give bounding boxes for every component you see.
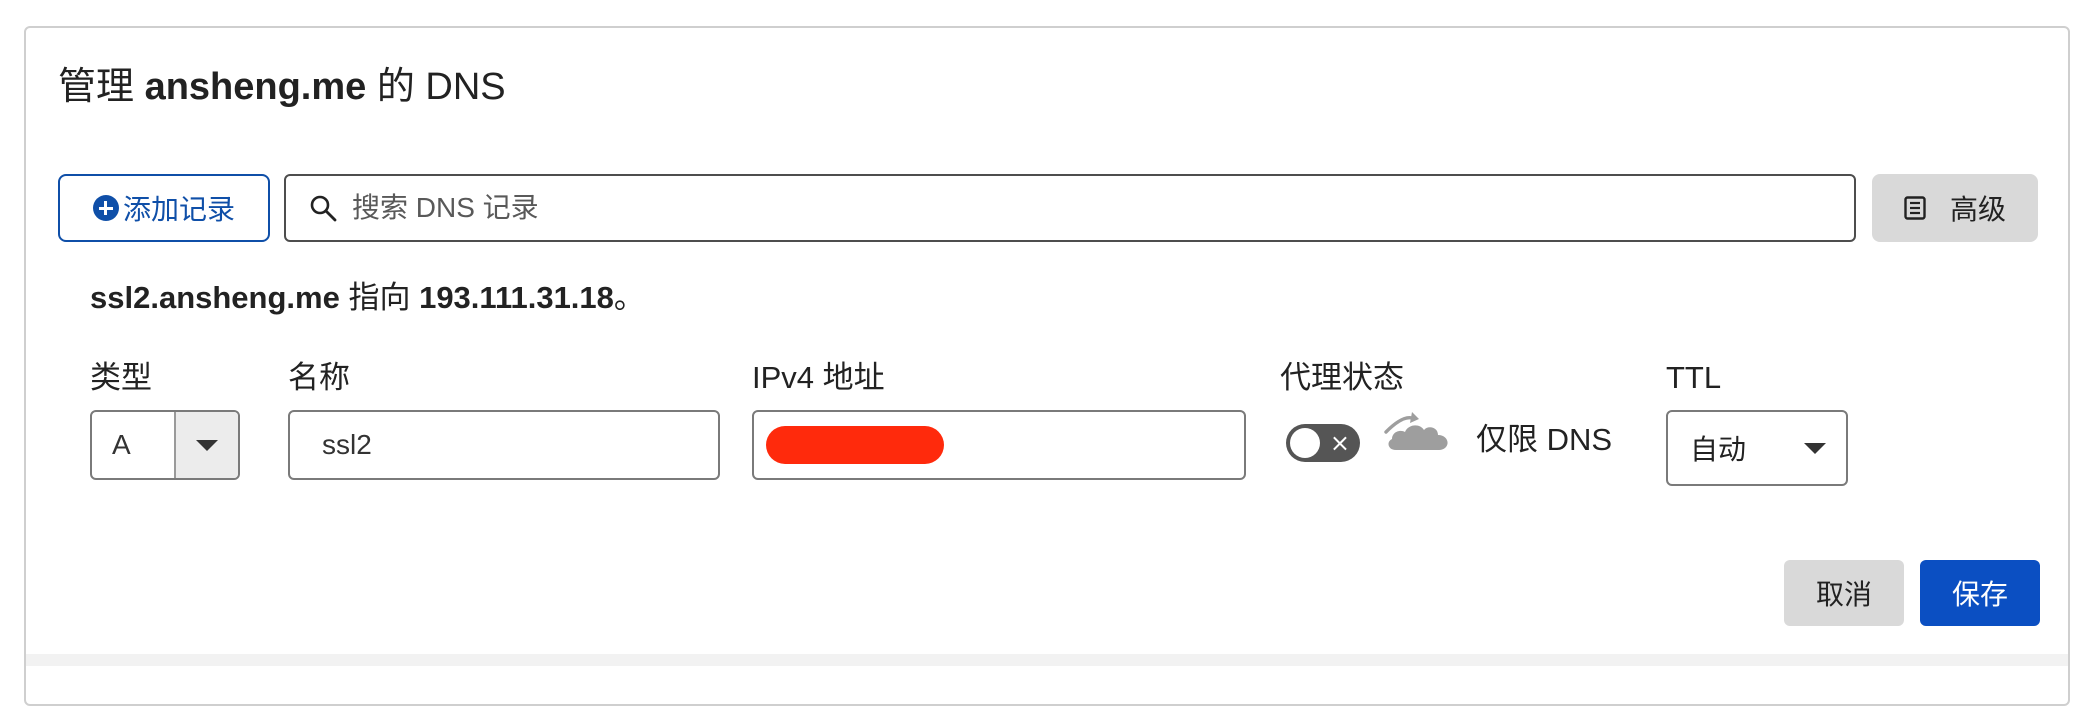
document-icon bbox=[1904, 196, 1926, 220]
panel-footer-strip bbox=[26, 654, 2068, 666]
preview-end: 。 bbox=[613, 280, 645, 315]
search-icon bbox=[310, 195, 337, 222]
ttl-label: TTL bbox=[1666, 360, 1722, 395]
search-box[interactable] bbox=[284, 174, 1856, 242]
search-input[interactable] bbox=[350, 191, 1754, 225]
chevron-down-icon bbox=[1804, 442, 1826, 454]
preview-middle: 指向 bbox=[339, 280, 420, 315]
name-label: 名称 bbox=[288, 360, 350, 395]
cloud-dns-only-icon bbox=[1382, 412, 1448, 450]
redaction-mark bbox=[766, 426, 944, 464]
advanced-label: 高级 bbox=[1949, 194, 2006, 225]
title-domain: ansheng.me bbox=[144, 66, 367, 108]
advanced-button[interactable]: 高级 bbox=[1872, 174, 2038, 242]
proxy-toggle[interactable]: × bbox=[1286, 424, 1360, 462]
record-type-value: A bbox=[112, 429, 131, 460]
proxy-status-text: 仅限 DNS bbox=[1476, 422, 1613, 457]
ipv4-input[interactable] bbox=[752, 410, 1246, 480]
cancel-button[interactable]: 取消 bbox=[1784, 560, 1904, 626]
record-preview-text: ssl2.ansheng.me 指向 193.111.31.18。 bbox=[90, 278, 645, 318]
page-title: 管理 ansheng.me 的 DNS bbox=[58, 62, 506, 112]
plus-circle-icon bbox=[92, 195, 119, 221]
add-record-label: 添加记录 bbox=[122, 194, 235, 225]
proxy-status-label: 代理状态 bbox=[1280, 360, 1404, 395]
preview-ip: 193.111.31.18 bbox=[419, 280, 614, 315]
save-button[interactable]: 保存 bbox=[1920, 560, 2040, 626]
title-suffix: 的 DNS bbox=[366, 66, 506, 108]
name-input[interactable] bbox=[288, 410, 720, 480]
ipv4-label: IPv4 地址 bbox=[752, 360, 885, 395]
ttl-value: 自动 bbox=[1690, 434, 1747, 465]
add-record-button[interactable]: 添加记录 bbox=[58, 174, 270, 242]
chevron-down-icon bbox=[196, 439, 218, 451]
record-type-select[interactable]: A bbox=[90, 410, 240, 480]
preview-host: ssl2.ansheng.me bbox=[90, 280, 340, 315]
close-icon: × bbox=[1329, 429, 1350, 457]
record-type-dropdown-button[interactable] bbox=[174, 412, 238, 478]
type-label: 类型 bbox=[90, 360, 152, 395]
toggle-knob bbox=[1290, 428, 1320, 458]
ttl-select[interactable]: 自动 bbox=[1666, 410, 1848, 486]
title-prefix: 管理 bbox=[58, 66, 145, 108]
